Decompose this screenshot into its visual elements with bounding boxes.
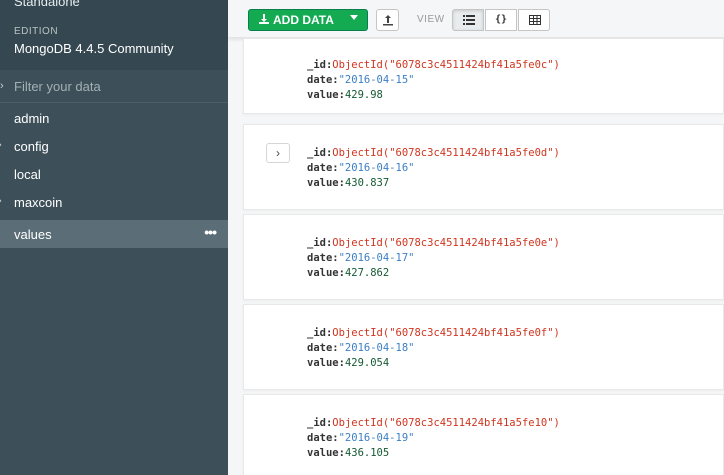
instance-info: Standalone EDITION MongoDB 4.4.5 Communi…: [0, 0, 228, 70]
field-date: date:"2016-04-15": [307, 74, 414, 86]
field-id: _id:ObjectId("6078c3c4511424bf41a5fe0f"): [307, 327, 560, 339]
sidebar-item-maxcoin[interactable]: › maxcoin: [0, 188, 228, 216]
list-view-button[interactable]: [452, 9, 484, 31]
field-key: _id:: [307, 147, 333, 159]
sidebar-item-label: maxcoin: [14, 195, 63, 210]
edition-value: MongoDB 4.4.5 Community: [14, 41, 174, 56]
caret-down-icon: [350, 15, 358, 20]
field-date: date:"2016-04-16": [307, 162, 414, 174]
field-id: _id:ObjectId("6078c3c4511424bf41a5fe10"): [307, 417, 560, 429]
field-value-row: value:427.862: [307, 267, 389, 279]
field-key: _id:: [307, 417, 333, 429]
field-value: "2016-04-17": [338, 252, 415, 264]
field-value: "2016-04-18": [338, 342, 415, 354]
chevron-down-icon: ›: [0, 195, 2, 207]
field-key: value:: [307, 89, 345, 101]
field-key: date:: [307, 162, 339, 174]
field-value: ObjectId("6078c3c4511424bf41a5fe0e"): [332, 237, 560, 249]
sidebar-item-label: local: [14, 167, 41, 182]
field-value: ObjectId("6078c3c4511424bf41a5fe0c"): [332, 59, 560, 71]
field-key: date:: [307, 432, 339, 444]
sidebar-item-values[interactable]: values •••: [0, 220, 228, 248]
field-value: ObjectId("6078c3c4511424bf41a5fe10"): [332, 417, 560, 429]
field-date: date:"2016-04-17": [307, 252, 414, 264]
field-date: date:"2016-04-18": [307, 342, 414, 354]
field-value-row: value:430.837: [307, 177, 389, 189]
sidebar-item-config[interactable]: › config: [0, 132, 228, 160]
document-card[interactable]: _id:ObjectId("6078c3c4511424bf41a5fe0e")…: [243, 214, 724, 300]
document-card[interactable]: _id:ObjectId("6078c3c4511424bf41a5fe10")…: [243, 394, 724, 475]
field-value: 429.054: [344, 357, 390, 369]
json-view-button[interactable]: {}: [485, 9, 517, 31]
chevron-right-icon: ›: [0, 139, 2, 151]
sidebar-item-admin[interactable]: admin: [0, 104, 228, 132]
sidebar: Standalone EDITION MongoDB 4.4.5 Communi…: [0, 0, 228, 475]
field-key: value:: [307, 447, 345, 459]
view-label: VIEW: [417, 14, 445, 25]
field-key: date:: [307, 74, 339, 86]
table-view-button[interactable]: [518, 9, 550, 31]
field-value: 429.98: [344, 89, 383, 101]
field-key: value:: [307, 267, 345, 279]
field-id: _id:ObjectId("6078c3c4511424bf41a5fe0d"): [307, 147, 560, 159]
field-key: date:: [307, 252, 339, 264]
more-options-icon[interactable]: •••: [204, 224, 217, 240]
add-data-label: ADD DATA: [273, 13, 334, 27]
field-key: _id:: [307, 59, 333, 71]
field-value: 430.837: [344, 177, 390, 189]
filter-bar: ›: [0, 72, 228, 102]
sidebar-item-local[interactable]: local: [0, 160, 228, 188]
document-card[interactable]: _id:ObjectId("6078c3c4511424bf41a5fe0c")…: [243, 38, 724, 114]
chevron-right-icon: ›: [276, 146, 280, 160]
documents-toolbar: ADD DATA VIEW {}: [228, 0, 724, 38]
chevron-right-icon: ›: [0, 80, 4, 92]
field-value-row: value:436.105: [307, 447, 389, 459]
field-key: _id:: [307, 327, 333, 339]
edition-label: EDITION: [14, 26, 59, 37]
field-key: _id:: [307, 237, 333, 249]
upload-icon: [383, 15, 393, 26]
document-card[interactable]: _id:ObjectId("6078c3c4511424bf41a5fe0f")…: [243, 304, 724, 390]
field-id: _id:ObjectId("6078c3c4511424bf41a5fe0c"): [307, 59, 560, 71]
sidebar-item-label: config: [14, 139, 49, 154]
sidebar-divider: [0, 102, 228, 103]
field-key: date:: [307, 342, 339, 354]
field-value: ObjectId("6078c3c4511424bf41a5fe0f"): [332, 327, 560, 339]
field-value: 436.105: [344, 447, 390, 459]
list-icon: [463, 15, 475, 25]
documents-panel: ADD DATA VIEW {} _id:ObjectId("6078c3c45…: [228, 0, 724, 475]
field-id: _id:ObjectId("6078c3c4511424bf41a5fe0e"): [307, 237, 560, 249]
field-key: value:: [307, 177, 345, 189]
download-icon: [259, 14, 269, 27]
field-value: "2016-04-19": [338, 432, 415, 444]
field-value: ObjectId("6078c3c4511424bf41a5fe0d"): [332, 147, 560, 159]
add-data-button[interactable]: ADD DATA: [248, 9, 368, 31]
document-card[interactable]: › _id:ObjectId("6078c3c4511424bf41a5fe0d…: [243, 124, 724, 210]
table-icon: [529, 15, 541, 25]
field-value: "2016-04-16": [338, 162, 415, 174]
field-value-row: value:429.054: [307, 357, 389, 369]
field-date: date:"2016-04-19": [307, 432, 414, 444]
field-value: 427.862: [344, 267, 390, 279]
field-value: "2016-04-15": [338, 74, 415, 86]
field-key: value:: [307, 357, 345, 369]
sidebar-item-label: values: [14, 227, 52, 242]
field-value-row: value:429.98: [307, 89, 383, 101]
expand-document-button[interactable]: ›: [266, 143, 290, 163]
filter-input[interactable]: [14, 79, 214, 94]
sidebar-item-label: admin: [14, 111, 50, 126]
export-button[interactable]: [376, 9, 399, 31]
topology-label: Standalone: [14, 0, 80, 9]
